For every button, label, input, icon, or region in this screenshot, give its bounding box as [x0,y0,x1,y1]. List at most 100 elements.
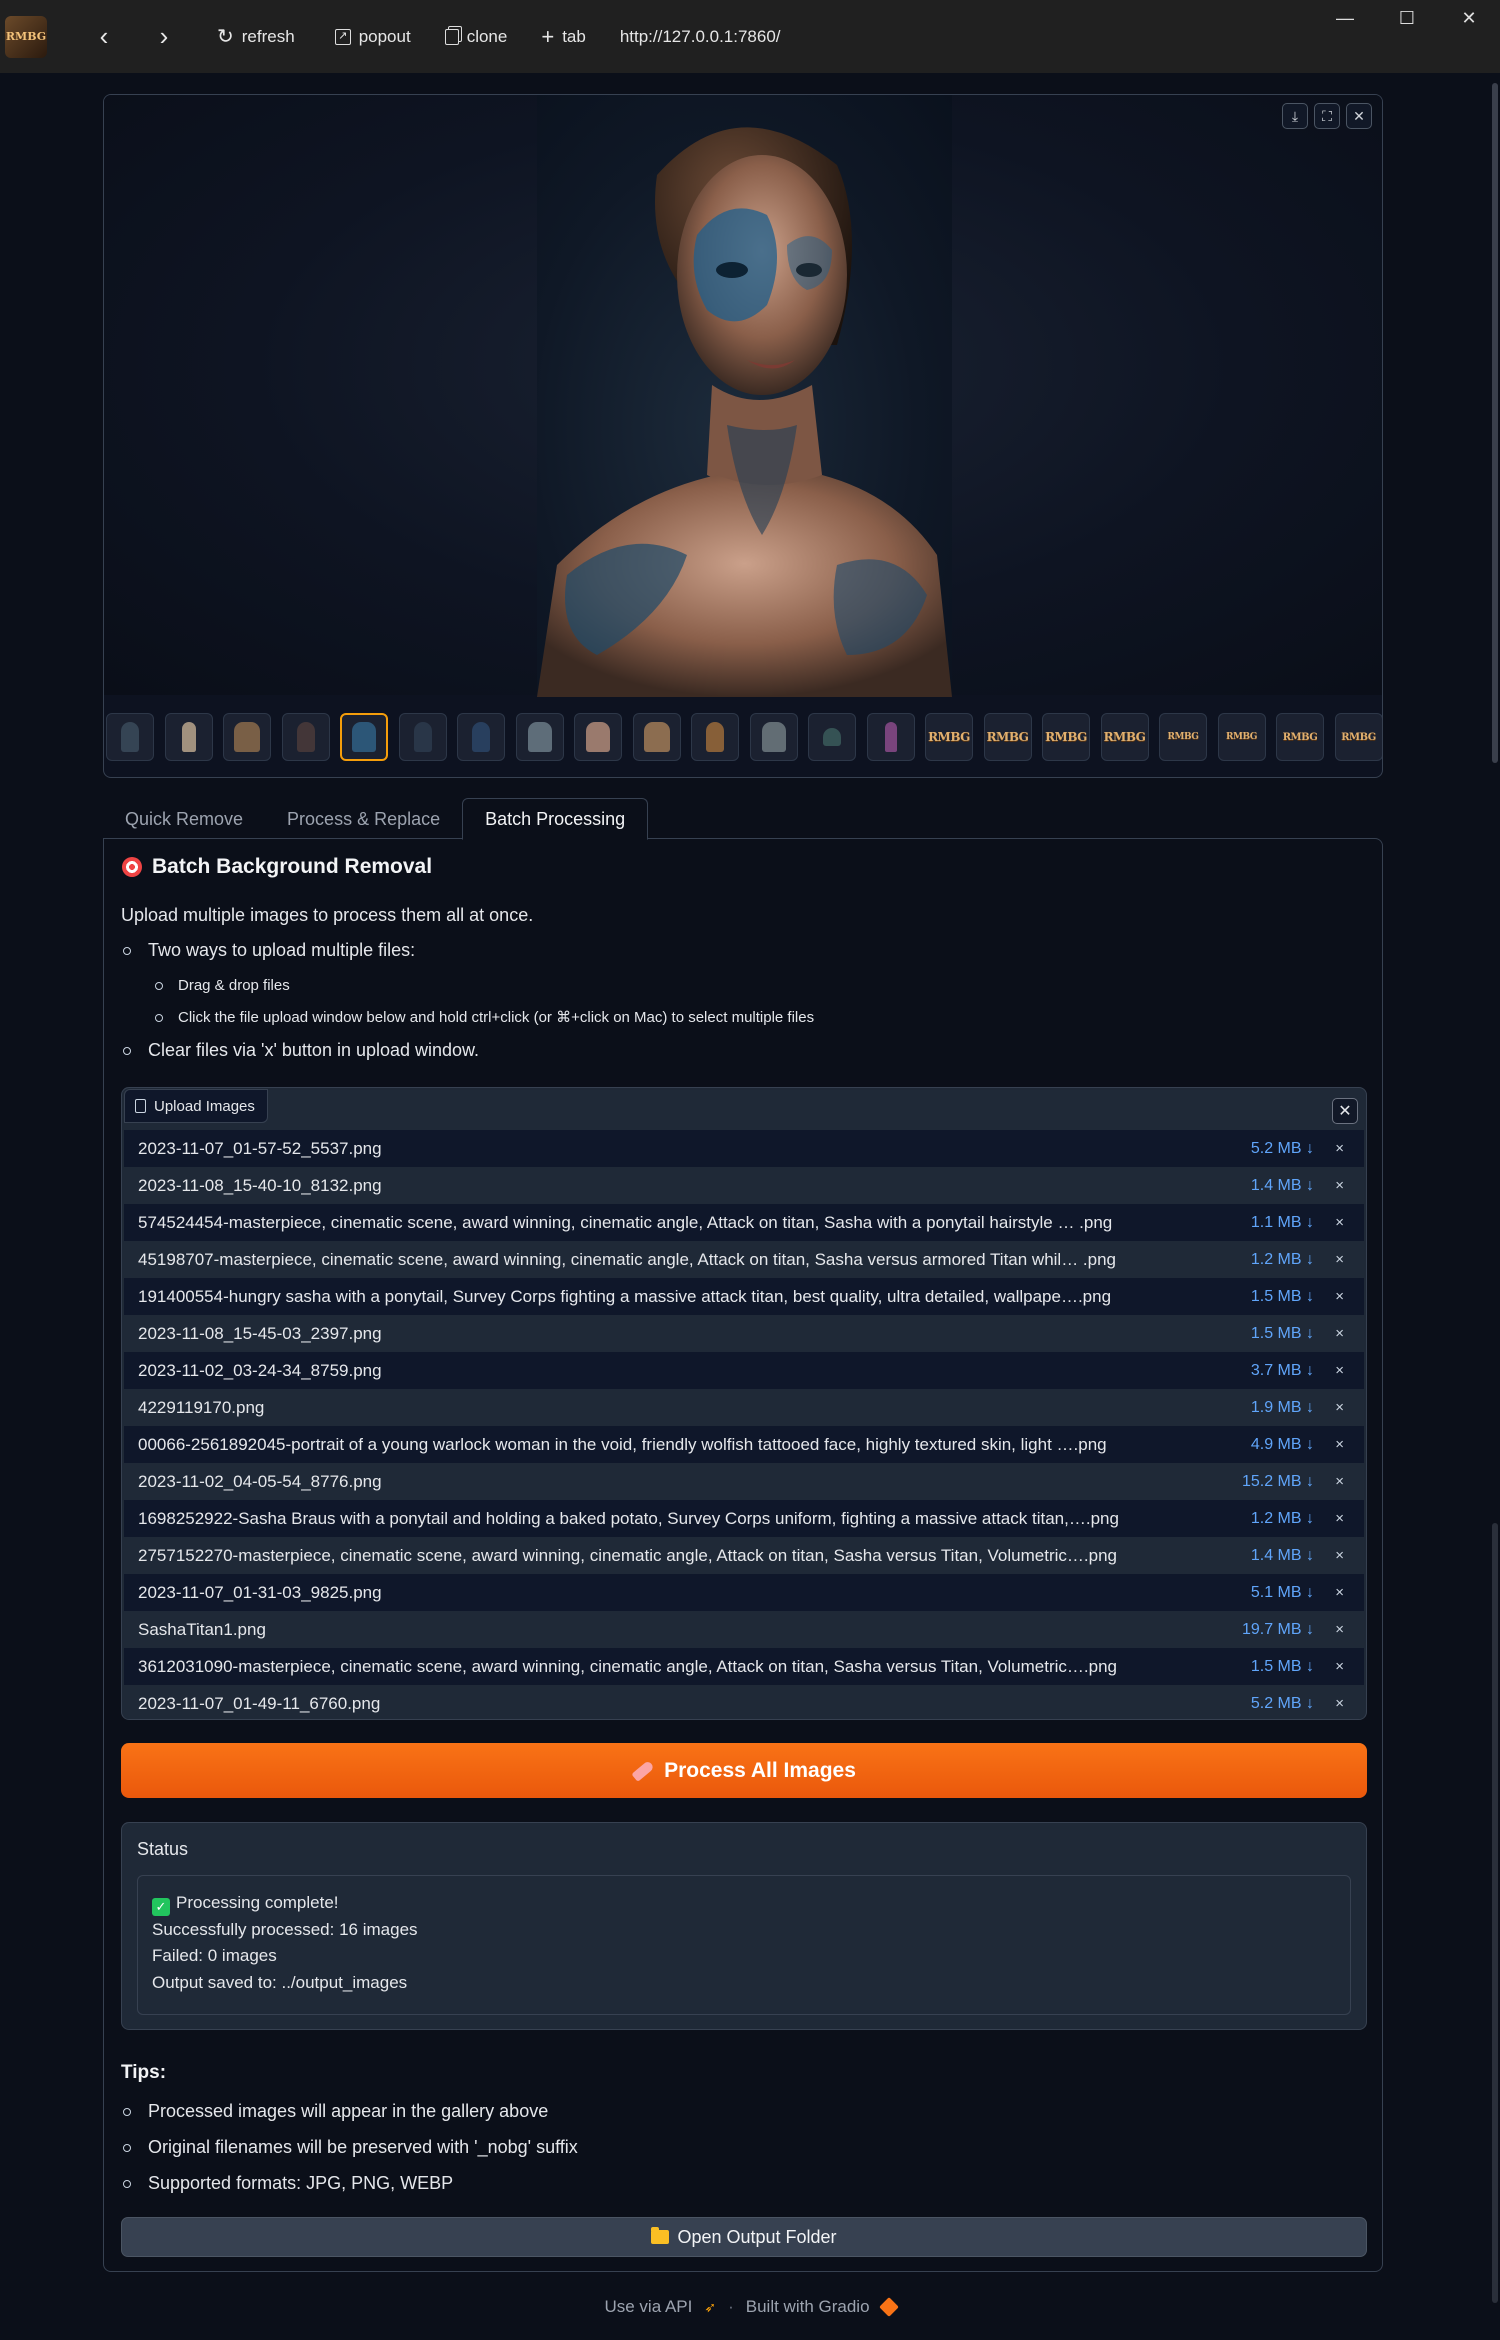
url-display[interactable]: http://127.0.0.1:7860/ [620,27,781,47]
remove-file-icon[interactable]: × [1335,1140,1344,1157]
process-all-button[interactable]: Process All Images [121,1743,1367,1798]
preview-image [537,95,952,697]
file-size-download-link[interactable]: 1.9 MB ↓ [1251,1399,1314,1417]
list-item: Original filenames will be preserved wit… [121,2136,578,2172]
thumbnail[interactable] [398,713,447,761]
section-title-text: Batch Background Removal [152,855,433,878]
scroll-thumb[interactable] [1492,83,1498,763]
title-bar: RMBG ‹ › ↻ refresh ↗ popout clone + tab … [0,0,1500,73]
forward-button[interactable]: › [143,16,185,58]
status-line: ✓ Processing complete! [152,1890,1336,1917]
popout-button[interactable]: ↗ popout [321,16,425,58]
thumbnail[interactable] [164,713,213,761]
file-size-download-link[interactable]: 5.1 MB ↓ [1251,1584,1314,1602]
refresh-button[interactable]: ↻ refresh [203,16,309,58]
file-size-download-link[interactable]: 1.4 MB ↓ [1251,1547,1314,1565]
remove-file-icon[interactable]: × [1335,1621,1344,1638]
file-name: 2023-11-08_15-45-03_2397.png [138,1323,382,1343]
thumbnail[interactable] [749,713,798,761]
status-label: Status [137,1839,189,1859]
thumbnail[interactable] [632,713,681,761]
thumbnail-rmbg[interactable]: RMBG [1159,713,1207,761]
thumbnail[interactable] [223,713,271,761]
folder-icon [651,2227,670,2244]
thumbnail[interactable] [281,713,330,761]
tab-process-replace[interactable]: Process & Replace [265,798,462,840]
remove-file-icon[interactable]: × [1335,1399,1344,1416]
list-item: Two ways to upload multiple files: [121,939,814,975]
thumbnail[interactable] [106,713,154,761]
file-row: 45198707-masterpiece, cinematic scene, a… [124,1241,1364,1278]
remove-file-icon[interactable]: × [1335,1362,1344,1379]
clone-button[interactable]: clone [431,16,522,58]
file-name: 2023-11-02_04-05-54_8776.png [138,1471,382,1491]
file-name: 3612031090-masterpiece, cinematic scene,… [138,1656,1117,1676]
close-icon[interactable]: ✕ [1438,0,1500,36]
thumbnail-selected[interactable] [340,713,388,761]
file-size-download-link[interactable]: 1.1 MB ↓ [1251,1214,1314,1232]
back-button[interactable]: ‹ [83,16,125,58]
thumbnail-rmbg[interactable]: RMBG [925,713,973,761]
remove-file-icon[interactable]: × [1335,1436,1344,1453]
file-size-download-link[interactable]: 5.2 MB ↓ [1251,1140,1314,1158]
remove-file-icon[interactable]: × [1335,1510,1344,1527]
file-row: 2757152270-masterpiece, cinematic scene,… [124,1537,1364,1574]
file-name: 1698252922-Sasha Braus with a ponytail a… [138,1508,1119,1528]
thumbnail[interactable] [515,713,564,761]
thumbnail[interactable] [808,713,856,761]
tips-list: Processed images will appear in the gall… [121,2100,578,2208]
download-icon[interactable]: ⤓ [1282,103,1308,129]
file-size-download-link[interactable]: 3.7 MB ↓ [1251,1362,1314,1380]
upload-label-text: Upload Images [154,1097,255,1115]
thumbnail-rmbg[interactable]: RMBG [983,713,1032,761]
remove-file-icon[interactable]: × [1335,1288,1344,1305]
upload-images-dropzone[interactable]: Upload Images ✕ 2023-11-07_01-57-52_5537… [121,1087,1367,1720]
remove-file-icon[interactable]: × [1335,1695,1344,1712]
refresh-label: refresh [241,26,295,46]
thumbnail[interactable] [691,713,739,761]
thumbnail[interactable] [574,713,622,761]
thumbnail-rmbg[interactable]: RMBG [1217,713,1266,761]
new-tab-button[interactable]: + tab [527,16,600,58]
file-size-download-link[interactable]: 4.9 MB ↓ [1251,1436,1314,1454]
file-size-download-link[interactable]: 1.2 MB ↓ [1251,1251,1314,1269]
clear-upload-button[interactable]: ✕ [1332,1098,1358,1124]
file-size-download-link[interactable]: 19.7 MB ↓ [1242,1621,1314,1639]
gallery-close-icon[interactable]: ✕ [1346,103,1372,129]
maximize-icon[interactable]: ☐ [1376,0,1438,36]
file-size-download-link[interactable]: 15.2 MB ↓ [1242,1473,1314,1491]
list-item: Processed images will appear in the gall… [121,2100,578,2136]
list-item: Supported formats: JPG, PNG, WEBP [121,2172,578,2208]
thumbnail-rmbg[interactable]: RMBG [1334,713,1382,761]
file-size-download-link[interactable]: 1.5 MB ↓ [1251,1288,1314,1306]
thumbnail-rmbg[interactable]: RMBG [1276,713,1324,761]
remove-file-icon[interactable]: × [1335,1473,1344,1490]
built-with-gradio-link[interactable]: Built with Gradio [746,2297,870,2317]
file-size-download-link[interactable]: 1.5 MB ↓ [1251,1325,1314,1343]
tab-quick-remove[interactable]: Quick Remove [103,798,265,840]
file-name: 574524454-masterpiece, cinematic scene, … [138,1212,1113,1232]
thumbnail-rmbg[interactable]: RMBG [1042,713,1090,761]
thumbnail-rmbg[interactable]: RMBG [1100,713,1149,761]
file-size-download-link[interactable]: 1.2 MB ↓ [1251,1510,1314,1528]
remove-file-icon[interactable]: × [1335,1177,1344,1194]
remove-file-icon[interactable]: × [1335,1251,1344,1268]
open-output-folder-button[interactable]: Open Output Folder [121,2217,1367,2257]
file-name: SashaTitan1.png [138,1619,266,1639]
minimize-icon[interactable]: — [1314,0,1376,36]
use-via-api-link[interactable]: Use via API [604,2297,692,2317]
tab-batch-processing[interactable]: Batch Processing [462,798,649,840]
thumbnail[interactable] [457,713,505,761]
thumbnail[interactable] [866,713,915,761]
remove-file-icon[interactable]: × [1335,1584,1344,1601]
status-line: Output saved to: ../output_images [152,1972,408,1992]
fullscreen-icon[interactable]: ⛶ [1314,103,1340,129]
file-size-download-link[interactable]: 1.5 MB ↓ [1251,1658,1314,1676]
remove-file-icon[interactable]: × [1335,1547,1344,1564]
file-size-download-link[interactable]: 1.4 MB ↓ [1251,1177,1314,1195]
page-scrollbar[interactable] [1488,73,1500,2340]
file-size-download-link[interactable]: 5.2 MB ↓ [1251,1695,1314,1713]
remove-file-icon[interactable]: × [1335,1214,1344,1231]
remove-file-icon[interactable]: × [1335,1325,1344,1342]
remove-file-icon[interactable]: × [1335,1658,1344,1675]
